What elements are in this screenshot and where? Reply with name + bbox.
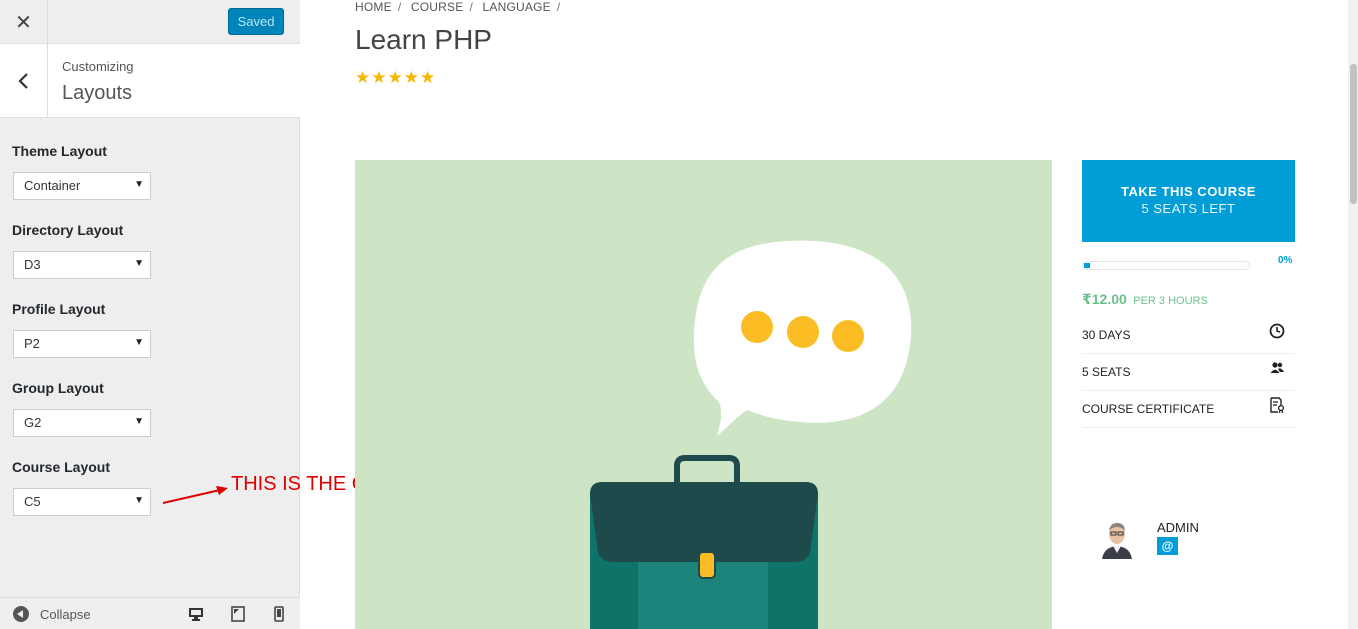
price-amount: ₹12.00 bbox=[1082, 291, 1127, 307]
certificate-row: COURSE CERTIFICATE bbox=[1082, 391, 1295, 428]
price-period: PER 3 HOURS bbox=[1133, 295, 1208, 307]
breadcrumb-course[interactable]: COURSE bbox=[411, 0, 464, 14]
dropdown-caret-icon: ▼ bbox=[134, 495, 144, 506]
group-layout-label: Group Layout bbox=[12, 380, 104, 396]
theme-layout-value: Container bbox=[24, 178, 81, 193]
duration-label: 30 DAYS bbox=[1082, 328, 1131, 342]
course-progress-fill bbox=[1084, 263, 1090, 268]
course-title: Learn PHP bbox=[355, 24, 492, 55]
users-icon bbox=[1270, 362, 1284, 373]
customizer-sidebar: ✕ Saved Customizing Layouts Theme Layout… bbox=[0, 0, 300, 629]
course-layout-select[interactable]: C5 ▼ bbox=[13, 488, 151, 516]
breadcrumb-home[interactable]: HOME bbox=[355, 0, 392, 14]
dropdown-caret-icon: ▼ bbox=[134, 416, 144, 427]
profile-layout-label: Profile Layout bbox=[12, 301, 106, 317]
directory-layout-label: Directory Layout bbox=[12, 222, 124, 238]
star-icon: ★ bbox=[403, 68, 419, 87]
clock-icon bbox=[1269, 323, 1285, 339]
course-progress-bar bbox=[1082, 261, 1250, 270]
annotation-arrow-icon bbox=[162, 486, 228, 504]
section-header: Customizing Layouts bbox=[0, 44, 300, 118]
dropdown-caret-icon: ▼ bbox=[134, 337, 144, 348]
group-layout-select[interactable]: G2 ▼ bbox=[13, 409, 151, 437]
course-layout-value: C5 bbox=[24, 494, 41, 509]
section-title: Layouts bbox=[62, 82, 133, 104]
collapse-arrow-icon[interactable] bbox=[13, 606, 29, 622]
collapse-button[interactable]: Collapse bbox=[40, 607, 91, 622]
take-course-button[interactable]: TAKE THIS COURSE 5 SEATS LEFT bbox=[1082, 160, 1295, 242]
star-icon: ★ bbox=[420, 68, 436, 87]
seats-row: 5 SEATS bbox=[1082, 354, 1295, 391]
certificate-icon bbox=[1270, 397, 1285, 413]
dropdown-caret-icon: ▼ bbox=[134, 179, 144, 190]
progress-percent: 0% bbox=[1278, 255, 1293, 266]
seats-left-label: 5 SEATS LEFT bbox=[1141, 201, 1236, 216]
course-price: ₹12.00 PER 3 HOURS bbox=[1082, 291, 1208, 309]
directory-layout-select[interactable]: D3 ▼ bbox=[13, 251, 151, 279]
saved-button[interactable]: Saved bbox=[228, 8, 284, 35]
email-icon[interactable]: @ bbox=[1157, 537, 1178, 555]
course-layout-label: Course Layout bbox=[12, 459, 111, 475]
breadcrumb-language[interactable]: LANGUAGE bbox=[483, 0, 551, 14]
back-button[interactable] bbox=[0, 44, 48, 117]
profile-layout-value: P2 bbox=[24, 336, 40, 351]
profile-layout-select[interactable]: P2 ▼ bbox=[13, 330, 151, 358]
star-rating: ★ ★ ★ ★ ★ bbox=[355, 69, 435, 87]
customizer-header-bar: ✕ Saved bbox=[0, 0, 300, 44]
customizing-label: Customizing bbox=[62, 59, 134, 74]
star-icon: ★ bbox=[355, 68, 371, 87]
desktop-icon[interactable] bbox=[188, 606, 204, 622]
star-icon: ★ bbox=[387, 68, 403, 87]
instructor-name[interactable]: ADMIN bbox=[1157, 520, 1199, 535]
directory-layout-value: D3 bbox=[24, 257, 41, 272]
certificate-label: COURSE CERTIFICATE bbox=[1082, 402, 1215, 416]
instructor-avatar[interactable] bbox=[1098, 519, 1136, 559]
theme-layout-label: Theme Layout bbox=[12, 143, 107, 159]
customizer-footer: Collapse bbox=[0, 597, 300, 629]
tablet-icon[interactable] bbox=[230, 606, 246, 622]
dropdown-caret-icon: ▼ bbox=[134, 258, 144, 269]
mobile-icon[interactable] bbox=[271, 606, 287, 622]
seats-label: 5 SEATS bbox=[1082, 365, 1131, 379]
take-course-title: TAKE THIS COURSE bbox=[1121, 184, 1256, 199]
star-icon: ★ bbox=[371, 68, 387, 87]
course-featured-image bbox=[355, 160, 1052, 629]
group-layout-value: G2 bbox=[24, 415, 42, 430]
duration-row: 30 DAYS bbox=[1082, 317, 1295, 354]
briefcase-chat-illustration bbox=[590, 240, 912, 629]
close-customizer-button[interactable]: ✕ bbox=[0, 0, 48, 44]
breadcrumb: HOME / COURSE / LANGUAGE / bbox=[355, 0, 561, 14]
scrollbar-thumb[interactable] bbox=[1350, 64, 1357, 204]
chevron-left-icon bbox=[17, 72, 28, 89]
theme-layout-select[interactable]: Container ▼ bbox=[13, 172, 151, 200]
